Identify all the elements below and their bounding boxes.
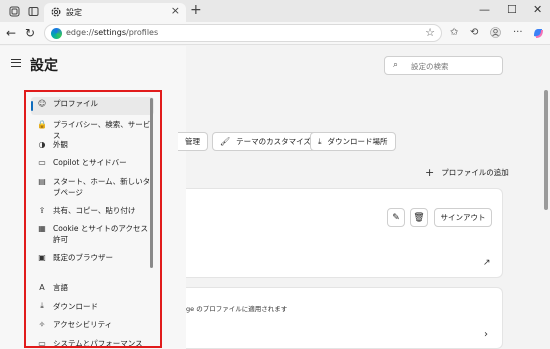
tab-bar: 設定 × + — ☐ ✕ [0,0,550,22]
plus-icon: + [425,166,435,179]
manage-button[interactable]: 管理 [178,132,208,151]
history-icon[interactable]: ⟲ [470,27,478,38]
tab-actions-icon[interactable] [25,3,41,19]
refresh-icon[interactable]: ↻ [25,26,35,40]
back-arrow-icon[interactable]: ← [6,26,16,40]
sign-out-label: サインアウト [440,213,486,222]
maximize-button[interactable]: ☐ [507,3,517,16]
menu-icon[interactable] [11,59,21,67]
external-link-icon[interactable]: ↗ [483,258,491,268]
close-window-button[interactable]: ✕ [533,3,542,16]
profile-settings-card [186,287,503,349]
address-bar[interactable]: edge://settings/profiles ☆ [44,24,442,42]
chevron-right-icon[interactable]: › [484,329,488,340]
close-tab-icon[interactable]: × [171,4,180,17]
gear-icon [51,7,61,17]
edge-logo-icon [51,28,62,39]
favorite-star-icon[interactable]: ☆ [425,26,435,39]
download-location-button[interactable]: ⤓ ダウンロード場所 [310,132,396,151]
customize-theme-button[interactable]: 🖌 テーマのカスタマイズ [212,132,319,151]
url-text: edge://settings/profiles [66,28,159,37]
search-placeholder: 設定の検索 [411,62,449,71]
applies-text: ge のプロファイルに適用されます [186,305,288,313]
download-icon: ⤓ [318,136,322,146]
pencil-icon: ✎ [392,212,400,223]
page-title: 設定 [30,58,58,74]
new-tab-button[interactable]: + [190,2,202,18]
manage-label: 管理 [185,137,200,146]
profile-avatar-icon[interactable] [490,27,501,41]
toolbar: ← ↻ edge://settings/profiles ☆ ✩ ⟲ ··· [0,22,550,45]
sign-out-button[interactable]: サインアウト [434,208,492,227]
brush-icon: 🖌 [220,137,231,146]
theme-label: テーマのカスタマイズ [236,137,311,146]
edit-profile-button[interactable]: ✎ [387,208,405,227]
page-scrollbar[interactable] [544,90,548,210]
settings-search-input[interactable]: ⌕ 設定の検索 [384,56,503,75]
highlight-frame [24,90,162,348]
search-icon: ⌕ [393,60,399,70]
favorites-icon[interactable]: ✩ [450,27,458,38]
workspaces-icon[interactable] [6,3,22,19]
tab-title: 設定 [66,8,82,17]
delete-profile-button[interactable]: 🗑 [410,208,428,227]
add-profile-button[interactable]: + プロファイルの追加 [425,166,509,179]
profile-card [186,188,503,278]
minimize-button[interactable]: — [479,3,490,16]
tab-settings[interactable]: 設定 × [44,3,186,22]
more-menu-icon[interactable]: ··· [513,27,523,38]
trash-icon: 🗑 [413,212,425,223]
add-profile-label: プロファイルの追加 [441,168,509,177]
download-location-label: ダウンロード場所 [327,137,388,146]
copilot-icon[interactable] [532,27,544,42]
